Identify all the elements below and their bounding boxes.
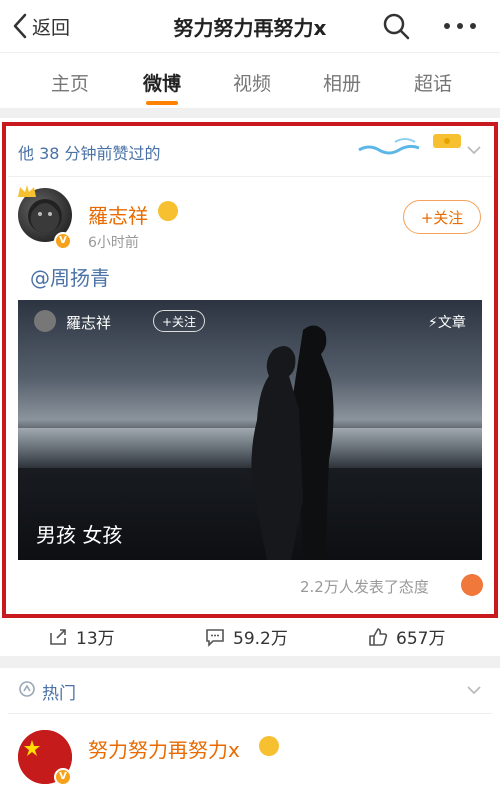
tab-supertopic[interactable]: 超话 [398, 69, 468, 96]
liked-hint: 他 38 分钟前赞过的 [18, 144, 161, 163]
post-actions: 13万 59.2万 657万 [0, 618, 500, 656]
post-time: 6小时前 [88, 235, 139, 251]
media-article-tag: ⚡文章 [428, 312, 466, 332]
post-media-card[interactable]: 羅志祥 +关注 ⚡文章 男孩 女孩 [18, 300, 482, 560]
more-dots-icon[interactable] [444, 14, 476, 38]
repost-button[interactable]: 13万 [48, 624, 115, 649]
like-count: 657万 [396, 629, 446, 649]
mention-link[interactable]: @周扬青 [30, 262, 110, 291]
verified-badge-icon: V [54, 768, 72, 786]
tab-weibo[interactable]: 微博 [127, 69, 197, 96]
media-author: 羅志祥 [66, 314, 112, 332]
divider [8, 713, 492, 714]
hot-label: 热门 [42, 684, 76, 704]
comment-button[interactable]: 59.2万 [205, 624, 288, 649]
like-button[interactable]: 657万 [368, 624, 445, 649]
tab-home[interactable]: 主页 [35, 69, 105, 96]
crown-icon [18, 185, 36, 197]
page-title: 努力努力再努力x [173, 16, 327, 40]
lightning-icon: ⚡ [428, 315, 438, 331]
media-article-label: 文章 [437, 315, 466, 331]
media-caption: 男孩 女孩 [36, 523, 123, 547]
chevron-down-icon[interactable] [466, 684, 482, 696]
tab-video[interactable]: 视频 [217, 69, 287, 96]
tab-album[interactable]: 相册 [307, 69, 377, 96]
comment-icon [206, 628, 224, 647]
verified-badge-icon: V [54, 232, 72, 250]
repost-count: 13万 [76, 629, 115, 649]
share-icon [50, 628, 66, 645]
chevron-down-icon[interactable] [466, 144, 482, 156]
media-follow-button[interactable]: +关注 [153, 310, 205, 332]
vip-crown-icon [158, 201, 178, 221]
reactions-count[interactable]: 2.2万人发表了态度 [300, 576, 429, 597]
angry-face-icon [461, 574, 483, 596]
back-label: 返回 [32, 16, 71, 39]
divider [8, 176, 492, 177]
wave-decoration-icon [358, 134, 461, 155]
top-nav-bar: 返回 努力努力再努力x [0, 0, 500, 52]
follow-button[interactable]: +关注 [403, 200, 481, 234]
author-name[interactable]: 羅志祥 [88, 200, 148, 229]
hot-tag-icon [19, 681, 35, 697]
vip-crown-icon [259, 736, 279, 756]
back-button[interactable]: 返回 [12, 10, 70, 42]
hot-author-name[interactable]: 努力努力再努力x [88, 734, 240, 763]
thumbs-up-icon [369, 627, 388, 646]
chevron-left-icon [13, 13, 27, 39]
profile-tabs: 主页 微博 视频 相册 超话 [0, 52, 500, 108]
comment-count: 59.2万 [233, 629, 288, 649]
active-tab-indicator [146, 101, 178, 105]
search-icon[interactable] [382, 12, 410, 40]
media-avatar [34, 310, 56, 332]
couple-silhouette-image [251, 325, 334, 560]
